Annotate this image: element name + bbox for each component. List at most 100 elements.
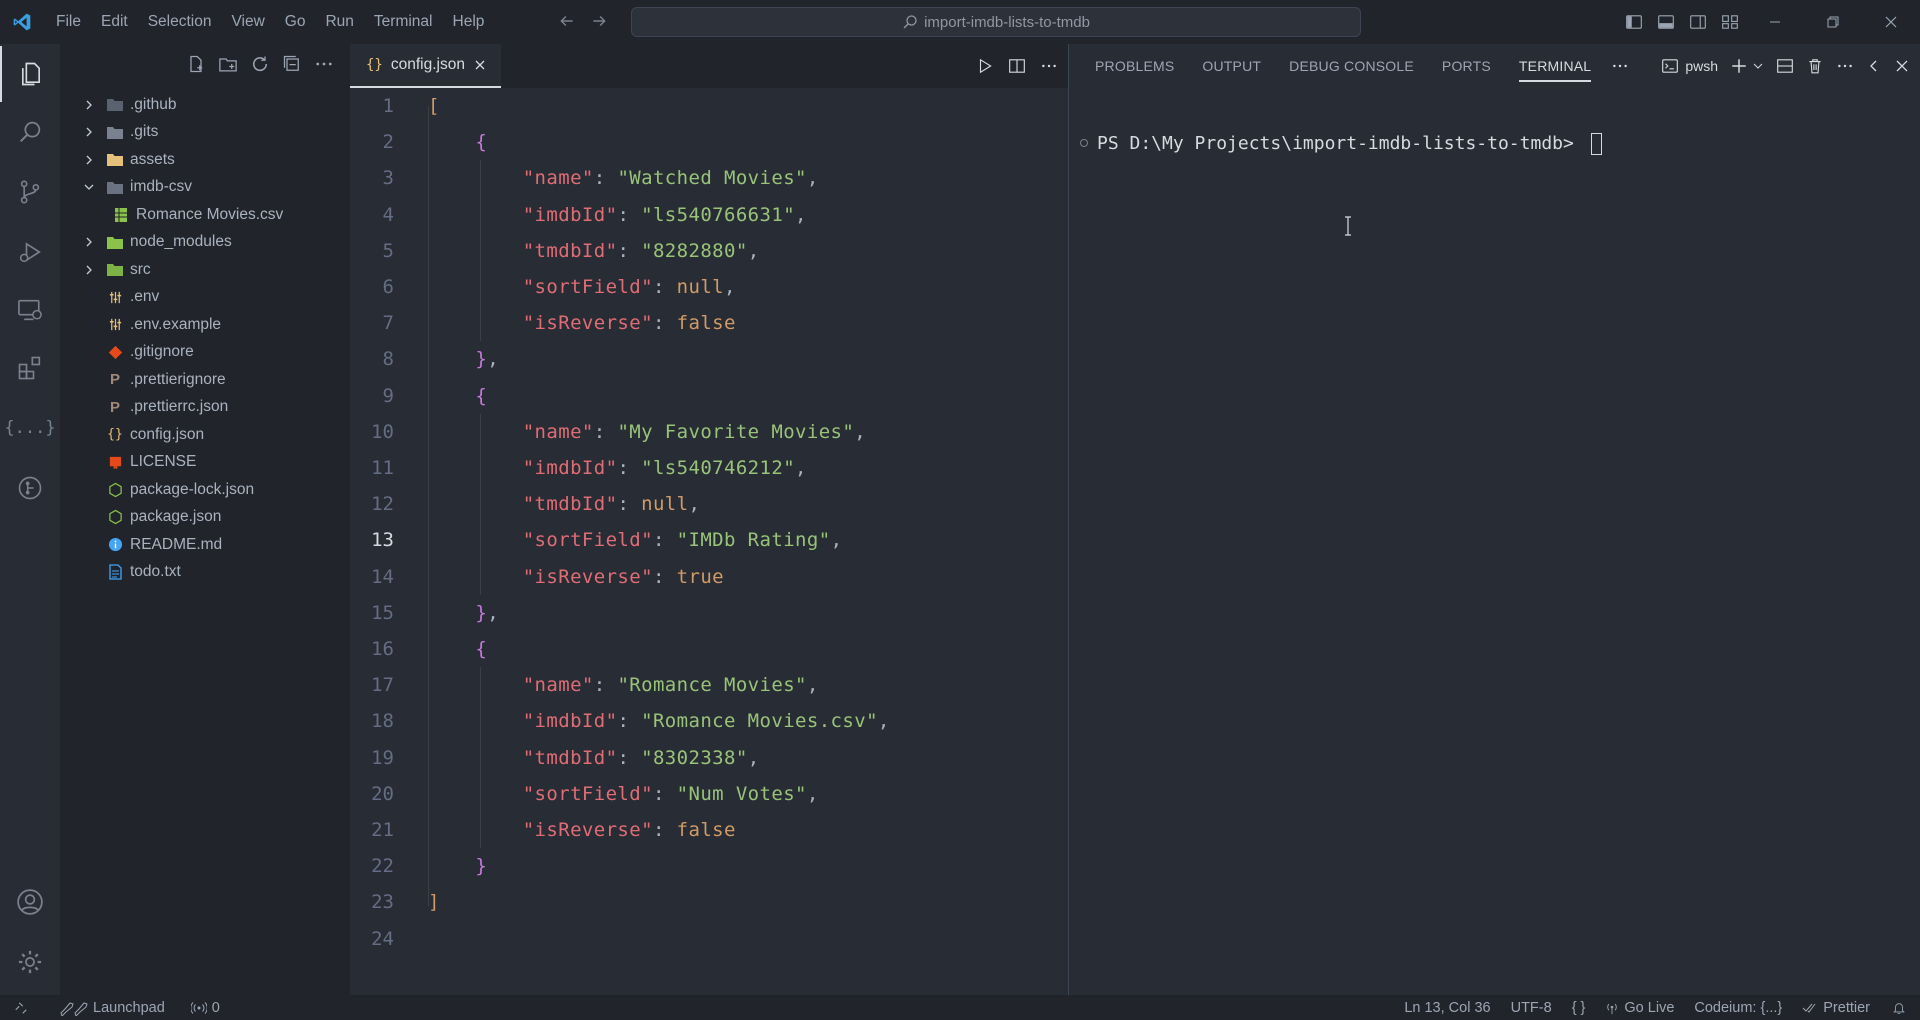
tree-item[interactable]: P .prettierrc.json: [60, 394, 350, 422]
tree-item[interactable]: package.json: [60, 504, 350, 532]
tree-item-label: assets: [130, 150, 175, 168]
tab-debug-console[interactable]: DEBUG CONSOLE: [1275, 44, 1428, 88]
remote-indicator[interactable]: [0, 1001, 36, 1015]
close-panel-icon[interactable]: [1894, 58, 1910, 74]
terminal-more-icon[interactable]: [1836, 57, 1854, 75]
code-line: {: [428, 378, 487, 414]
chevron-left-icon[interactable]: [1866, 58, 1882, 74]
menu-selection[interactable]: Selection: [138, 0, 222, 44]
json-tools-icon[interactable]: {...}: [0, 400, 60, 456]
line-number: 3: [382, 167, 394, 190]
customize-layout-icon[interactable]: [1714, 13, 1746, 31]
tree-item[interactable]: .env.example: [60, 311, 350, 339]
tree-item-label: .gits: [130, 123, 159, 141]
code-editor[interactable]: 1 [2 {3 "name": "Watched Movies", 4 "imdbI…: [350, 88, 1068, 995]
toggle-panel-icon[interactable]: [1650, 13, 1682, 31]
command-center-search[interactable]: import-imdb-lists-to-tmdb: [631, 7, 1361, 37]
language-mode[interactable]: { }: [1564, 1000, 1594, 1016]
restore-icon[interactable]: [1804, 0, 1862, 44]
editor-more-icon[interactable]: [1040, 57, 1058, 75]
line-number: 2: [382, 131, 394, 154]
extensions-icon[interactable]: [0, 340, 60, 396]
new-file-icon[interactable]: [186, 54, 206, 74]
minimize-icon[interactable]: [1746, 0, 1804, 44]
code-line: "name": "Watched Movies",: [428, 160, 819, 196]
tab-terminal[interactable]: TERMINAL: [1505, 44, 1605, 88]
new-folder-icon[interactable]: [218, 54, 238, 74]
refresh-icon[interactable]: [250, 54, 270, 74]
panel-more-icon[interactable]: [1611, 57, 1629, 75]
toggle-secondary-sidebar-icon[interactable]: [1682, 13, 1714, 31]
tree-item[interactable]: todo.txt: [60, 559, 350, 587]
forward-arrow-icon[interactable]: [590, 12, 608, 30]
run-debug-icon[interactable]: [0, 224, 60, 280]
close-window-icon[interactable]: [1862, 0, 1920, 44]
code-token: "8302338": [641, 746, 748, 769]
code-token: ,: [854, 420, 867, 443]
search-view-icon[interactable]: [0, 104, 60, 160]
tab-ports[interactable]: PORTS: [1428, 44, 1505, 88]
tree-item-label: src: [130, 260, 151, 278]
source-control-icon[interactable]: [0, 164, 60, 220]
terminal-shell-icon[interactable]: [1661, 57, 1679, 75]
menu-file[interactable]: File: [46, 0, 91, 44]
tree-item[interactable]: package-lock.json: [60, 476, 350, 504]
menu-run[interactable]: Run: [315, 0, 363, 44]
tree-item[interactable]: README.md: [60, 531, 350, 559]
split-editor-icon[interactable]: [1008, 57, 1026, 75]
back-arrow-icon[interactable]: [558, 12, 576, 30]
remote-explorer-icon[interactable]: [0, 282, 60, 338]
collapse-all-icon[interactable]: [282, 54, 302, 74]
chevron-down-icon: [80, 181, 98, 193]
notifications-bell-icon[interactable]: [1884, 1001, 1920, 1015]
code-token: "tmdbId": [522, 239, 618, 262]
explorer-icon[interactable]: [0, 46, 60, 102]
menu-go[interactable]: Go: [275, 0, 316, 44]
line-number: 8: [382, 348, 394, 371]
settings-gear-icon[interactable]: [0, 934, 60, 990]
prettier-item[interactable]: Prettier: [1794, 1000, 1878, 1016]
codeium-status[interactable]: Codeium: {...}: [1686, 1000, 1790, 1016]
more-actions-icon[interactable]: [314, 54, 334, 74]
menu-view[interactable]: View: [221, 0, 274, 44]
trash-icon[interactable]: [1806, 57, 1824, 75]
tree-item[interactable]: imdb-csv: [60, 174, 350, 202]
chevron-down-icon[interactable]: [1752, 60, 1764, 72]
split-terminal-icon[interactable]: [1776, 57, 1794, 75]
code-token: :: [593, 674, 618, 697]
ports-item[interactable]: 0: [183, 1000, 228, 1016]
gitlens-icon[interactable]: [0, 460, 60, 516]
tree-item[interactable]: .gits: [60, 119, 350, 147]
tree-item[interactable]: Romance Movies.csv: [60, 201, 350, 229]
run-play-icon[interactable]: [976, 57, 994, 75]
tree-item[interactable]: .github: [60, 91, 350, 119]
close-tab-icon[interactable]: [473, 58, 487, 72]
menu-edit[interactable]: Edit: [91, 0, 138, 44]
menu-terminal[interactable]: Terminal: [364, 0, 443, 44]
terminal-shell-name[interactable]: pwsh: [1685, 58, 1718, 74]
tab-output[interactable]: OUTPUT: [1188, 44, 1275, 88]
launchpad-item[interactable]: Launchpad: [50, 1000, 173, 1016]
menu-help[interactable]: Help: [443, 0, 495, 44]
account-icon[interactable]: [0, 874, 60, 930]
code-token: }: [475, 348, 488, 371]
tab-problems[interactable]: PROBLEMS: [1081, 44, 1188, 88]
tree-item[interactable]: assets: [60, 146, 350, 174]
code-token: :: [617, 457, 642, 479]
toggle-primary-sidebar-icon[interactable]: [1618, 13, 1650, 31]
tree-item[interactable]: src: [60, 256, 350, 284]
tree-item[interactable]: P .prettierignore: [60, 366, 350, 394]
new-terminal-icon[interactable]: [1730, 57, 1748, 75]
encoding[interactable]: UTF-8: [1503, 1000, 1560, 1016]
tree-item[interactable]: node_modules: [60, 229, 350, 257]
tree-item[interactable]: .gitignore: [60, 339, 350, 367]
code-token: {: [475, 131, 488, 154]
tree-item[interactable]: LICENSE: [60, 449, 350, 477]
cursor-position[interactable]: Ln 13, Col 36: [1396, 1000, 1498, 1016]
tab-config-json[interactable]: {} config.json: [350, 44, 501, 88]
chevron-right-icon: [80, 99, 98, 111]
tree-item[interactable]: .env: [60, 284, 350, 312]
go-live-item[interactable]: Go Live: [1597, 1000, 1682, 1016]
tree-item[interactable]: {} config.json: [60, 421, 350, 449]
terminal-output[interactable]: PS D:\My Projects\import-imdb-lists-to-t…: [1069, 88, 1920, 988]
